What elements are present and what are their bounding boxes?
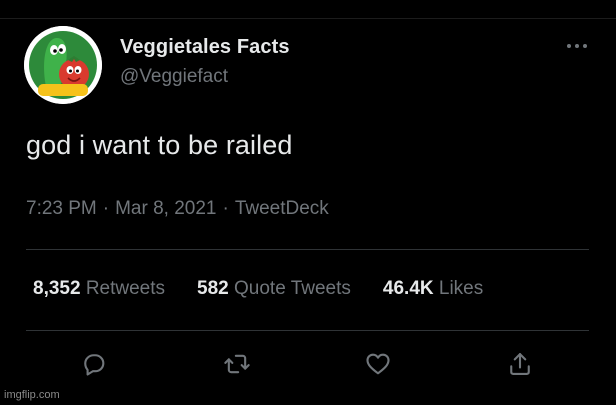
tweet-date[interactable]: Mar 8, 2021 [115,198,216,219]
share-icon[interactable] [506,350,536,380]
retweets-count: 8,352 [33,278,81,299]
tweet-time[interactable]: 7:23 PM [26,198,97,219]
separator-dot: · [102,198,110,219]
like-icon[interactable] [364,350,394,380]
retweets-label: Retweets [85,278,166,299]
tweet-source[interactable]: TweetDeck [235,198,329,219]
likes-label: Likes [438,278,484,299]
divider [26,330,589,331]
separator-dot: · [222,198,229,219]
reply-icon[interactable] [80,350,110,380]
avatar-image [24,26,102,104]
quote-tweets-label: Quote Tweets [234,278,351,299]
quote-tweets-count: 582 [197,278,229,299]
retweets-stat[interactable]: 8,352 Retweets [33,278,165,300]
likes-count: 46.4K [382,278,434,299]
display-name[interactable]: Veggietales Facts [120,36,290,59]
divider [26,249,589,250]
tweet-detail: Veggietales Facts @Veggiefact god i want… [0,0,616,405]
watermark: imgflip.com [4,389,60,401]
likes-stat[interactable]: 46.4K Likes [383,278,483,300]
username-handle[interactable]: @Veggiefact [120,66,228,88]
quote-tweets-stat[interactable]: 582 Quote Tweets [197,278,351,300]
tweet-metadata: 7:23 PM · Mar 8, 2021 · TweetDeck [26,198,329,220]
engagement-stats: 8,352 Retweets 582 Quote Tweets 46.4K Li… [33,278,483,300]
tweet-text: god i want to be railed [26,130,293,160]
more-options-icon[interactable] [566,38,588,48]
logo-banner [38,84,88,96]
avatar[interactable] [24,26,102,104]
action-bar [0,350,616,390]
retweet-icon[interactable] [222,350,252,380]
